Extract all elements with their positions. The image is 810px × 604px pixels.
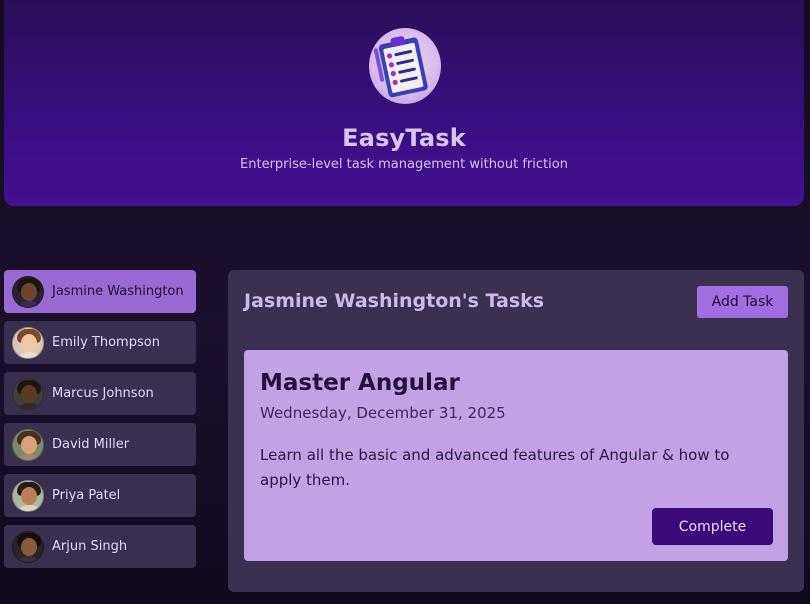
add-task-button[interactable]: Add Task xyxy=(697,286,788,318)
user-name: Emily Thompson xyxy=(52,335,160,350)
user-item-emily-thompson[interactable]: Emily Thompson xyxy=(4,321,196,364)
user-item-jasmine-washington[interactable]: Jasmine Washington xyxy=(4,270,196,313)
user-item-arjun-singh[interactable]: Arjun Singh xyxy=(4,525,196,568)
task-due-date: Wednesday, December 31, 2025 xyxy=(260,404,506,422)
avatar xyxy=(12,275,44,308)
avatar xyxy=(12,428,44,461)
avatar xyxy=(12,530,44,563)
user-name: Priya Patel xyxy=(52,488,121,503)
app-title: EasyTask xyxy=(342,124,466,152)
user-item-marcus-johnson[interactable]: Marcus Johnson xyxy=(4,372,196,415)
clipboard-checklist-icon xyxy=(369,28,441,104)
user-item-david-miller[interactable]: David Miller xyxy=(4,423,196,466)
task-card: Master Angular Wednesday, December 31, 2… xyxy=(244,350,788,561)
user-name: Marcus Johnson xyxy=(52,386,154,401)
user-name: Jasmine Washington xyxy=(52,284,184,299)
user-item-priya-patel[interactable]: Priya Patel xyxy=(4,474,196,517)
app-header: EasyTask Enterprise-level task managemen… xyxy=(4,0,804,206)
task-description: Learn all the basic and advanced feature… xyxy=(260,446,730,489)
avatar xyxy=(12,326,44,359)
avatar xyxy=(12,479,44,512)
user-name: David Miller xyxy=(52,437,130,452)
complete-button[interactable]: Complete xyxy=(652,508,773,545)
tasks-panel-title: Jasmine Washington's Tasks xyxy=(244,290,545,312)
task-title: Master Angular xyxy=(260,370,460,396)
avatar xyxy=(12,377,44,410)
tasks-panel: Jasmine Washington's Tasks Add Task Mast… xyxy=(228,270,804,592)
user-name: Arjun Singh xyxy=(52,539,128,554)
user-list: Jasmine Washington Emily Thompson Marcus… xyxy=(4,270,196,576)
app-subtitle: Enterprise-level task management without… xyxy=(240,157,568,172)
